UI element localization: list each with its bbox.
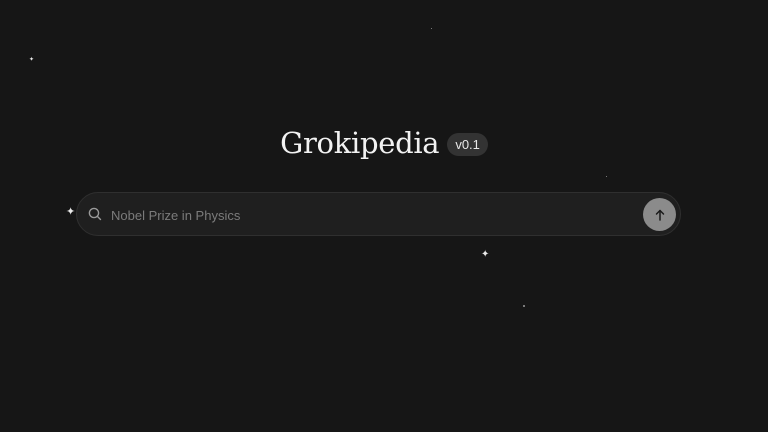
header: Grokipedia v0.1 bbox=[0, 126, 768, 160]
arrow-up-icon bbox=[655, 209, 664, 221]
search-icon bbox=[87, 206, 103, 222]
page: ✦ ✦ ✦ Grokipedia v0.1 bbox=[0, 0, 768, 432]
star-dot bbox=[523, 305, 525, 307]
star-dot bbox=[606, 176, 607, 177]
sparkle-icon: ✦ bbox=[29, 57, 35, 63]
app-title: Grokipedia bbox=[280, 126, 440, 160]
sparkle-icon: ✦ bbox=[66, 206, 76, 218]
submit-button[interactable] bbox=[643, 198, 676, 231]
search-input[interactable] bbox=[109, 203, 633, 227]
search-bar[interactable] bbox=[76, 192, 681, 236]
star-dot bbox=[431, 28, 432, 29]
sparkle-icon: ✦ bbox=[481, 249, 490, 260]
version-badge: v0.1 bbox=[447, 132, 488, 156]
